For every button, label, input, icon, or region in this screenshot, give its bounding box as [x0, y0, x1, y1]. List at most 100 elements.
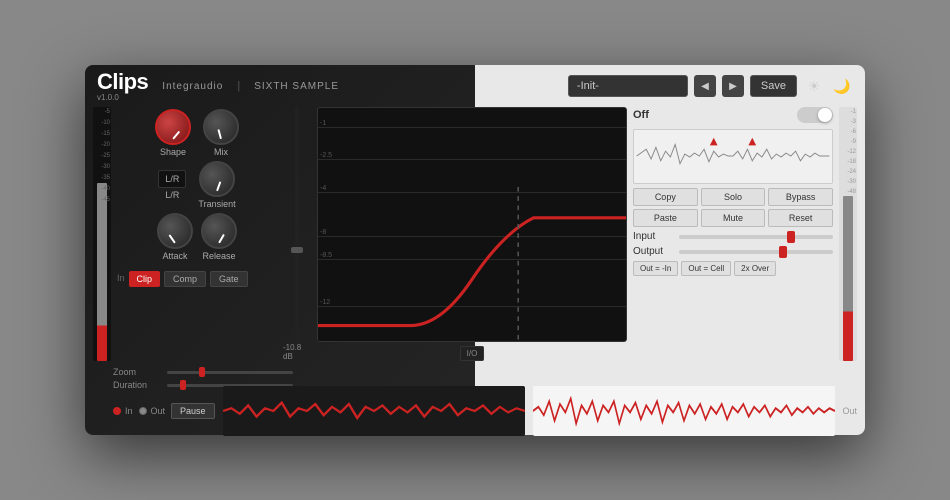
mode-buttons: Clip Comp Gate	[129, 271, 248, 287]
output-slider-track[interactable]	[679, 250, 833, 254]
solo-button[interactable]: Solo	[701, 188, 766, 206]
off-toggle-row: Off	[633, 107, 833, 123]
vu-label-right-3: -6	[847, 129, 856, 135]
input-label: Input	[633, 231, 673, 242]
lr-knob-group: L/R L/R	[158, 170, 186, 200]
mix-label: Mix	[214, 147, 228, 157]
brand1: Integraudio	[162, 81, 223, 92]
in-label-bottom: In	[125, 406, 133, 416]
preset-input[interactable]	[568, 75, 688, 97]
out-label-right: Out	[843, 406, 858, 416]
app-title: Clips	[97, 71, 148, 93]
out-eq-cell-button[interactable]: Out = Cell	[681, 261, 731, 276]
vu-label-right-6: -18	[847, 159, 856, 165]
right-panel: Off Copy Solo	[633, 107, 833, 361]
in-dot-icon	[113, 407, 121, 415]
in-label: In	[117, 273, 125, 283]
vu-label-left-3: -15	[101, 131, 110, 137]
bottom-panel: Zoom Duration In	[85, 367, 865, 435]
release-label: Release	[202, 251, 235, 261]
off-toggle[interactable]	[797, 107, 833, 123]
gate-button[interactable]: Gate	[210, 271, 248, 287]
vu-label-right-9: -48	[847, 189, 856, 195]
out-label-bottom: Out	[151, 406, 166, 416]
waveform-display-in	[223, 386, 525, 436]
shape-label: Shape	[160, 147, 186, 157]
vertical-slider-track[interactable]	[295, 107, 299, 341]
vu-label-right-4: -9	[847, 139, 856, 145]
mix-knob[interactable]	[203, 109, 239, 145]
2x-over-button[interactable]: 2x Over	[734, 261, 776, 276]
transient-knob[interactable]	[199, 161, 235, 197]
output-slider-thumb[interactable]	[779, 246, 787, 258]
mode-row: In Clip Comp Gate	[117, 269, 277, 287]
zoom-row: Zoom	[113, 367, 293, 377]
off-label: Off	[633, 109, 649, 121]
zoom-slider-thumb[interactable]	[199, 367, 205, 377]
comp-button[interactable]: Comp	[164, 271, 206, 287]
attack-knob-group: Attack	[157, 213, 193, 261]
save-button[interactable]: Save	[750, 75, 797, 97]
input-slider-thumb[interactable]	[787, 231, 795, 243]
mix-knob-group: Mix	[203, 109, 239, 157]
lr-display[interactable]: L/R	[158, 170, 186, 188]
vu-label-left-6: -30	[101, 164, 110, 170]
mute-button[interactable]: Mute	[701, 209, 766, 227]
mini-waveform	[633, 129, 833, 184]
vu-bar-left	[97, 183, 107, 361]
zoom-slider-track[interactable]	[167, 371, 293, 374]
preset-prev-button[interactable]: ◀	[694, 75, 716, 97]
graph-curve	[318, 187, 626, 341]
duration-slider-thumb[interactable]	[180, 380, 186, 390]
lr-label: L/R	[165, 190, 179, 200]
graph-label-2: -2.5	[320, 152, 332, 159]
toggle-knob	[818, 108, 832, 122]
waveform-row: In Out Pause	[113, 393, 857, 429]
main-area: -5 -10 -15 -20 -25 -30 -35 -40 -45	[85, 107, 865, 367]
clip-button[interactable]: Clip	[129, 271, 161, 287]
attack-knob[interactable]	[157, 213, 193, 249]
io-button[interactable]: I/O	[460, 346, 485, 361]
vu-label-left-2: -10	[101, 120, 110, 126]
waveform-display-out	[533, 386, 835, 436]
vu-meter-left: -5 -10 -15 -20 -25 -30 -35 -40 -45	[93, 107, 111, 361]
theme-dark-button[interactable]: 🌙	[831, 75, 853, 97]
reset-button[interactable]: Reset	[768, 209, 833, 227]
vu-label-right-2: -3	[847, 119, 856, 125]
knobs-row-3: Attack Release	[117, 213, 277, 261]
action-buttons-grid: Copy Solo Bypass Paste Mute Reset	[633, 188, 833, 227]
vu-label-right-5: -12	[847, 149, 856, 155]
vu-label-left-5: -25	[101, 153, 110, 159]
brand-separator: |	[237, 80, 240, 92]
out-dot-icon	[139, 407, 147, 415]
bypass-button[interactable]: Bypass	[768, 188, 833, 206]
knobs-row-1: Shape Mix	[117, 109, 277, 157]
input-slider-track[interactable]	[679, 235, 833, 239]
transient-label: Transient	[198, 199, 235, 209]
duration-label: Duration	[113, 380, 161, 390]
transient-knob-group: Transient	[198, 161, 235, 209]
attack-label: Attack	[162, 251, 187, 261]
pause-button[interactable]: Pause	[171, 403, 215, 419]
bottom-controls: In Out Pause	[113, 403, 215, 419]
db-value: -10.8 dB	[283, 343, 311, 361]
out-eq-in-button[interactable]: Out = -In	[633, 261, 678, 276]
vu-label-left-1: -5	[101, 109, 110, 115]
input-row: Input	[633, 231, 833, 242]
header: Clips v1.0.0 Integraudio | SIXTH SAMPLE …	[85, 65, 865, 107]
vu-bar-right	[843, 196, 853, 361]
brand2: SIXTH SAMPLE	[254, 81, 339, 92]
vertical-slider-thumb[interactable]	[291, 247, 303, 253]
theme-light-button[interactable]: ☀	[803, 75, 825, 97]
grid-line-1	[318, 127, 626, 128]
grid-line-2	[318, 159, 626, 160]
release-knob[interactable]	[201, 213, 237, 249]
preset-next-button[interactable]: ▶	[722, 75, 744, 97]
shape-knob[interactable]	[155, 109, 191, 145]
shape-knob-group: Shape	[155, 109, 191, 157]
vertical-slider-area: -10.8 dB	[283, 107, 311, 361]
copy-button[interactable]: Copy	[633, 188, 698, 206]
io-buttons: I/O	[317, 346, 627, 361]
paste-button[interactable]: Paste	[633, 209, 698, 227]
app-version: v1.0.0	[97, 93, 148, 102]
